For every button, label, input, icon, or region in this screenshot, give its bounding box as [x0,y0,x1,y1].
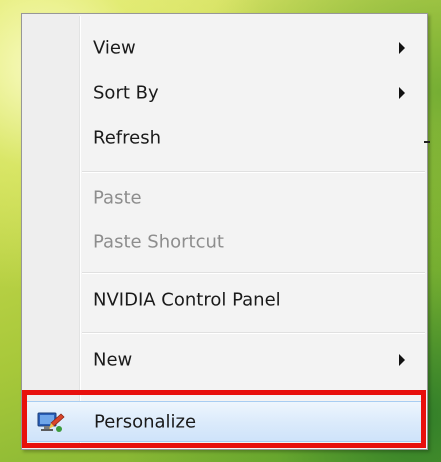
menu-item-label: New [93,349,133,371]
menu-item-label: Paste Shortcut [93,231,224,253]
submenu-arrow-icon [399,87,405,99]
menu-item-paste[interactable]: Paste [24,178,425,218]
context-menu: View Sort By Refresh Paste Paste Shortcu… [21,13,428,450]
submenu-arrow-icon [399,42,405,54]
menu-item-refresh[interactable]: Refresh [24,118,425,158]
menu-item-new[interactable]: New [24,340,425,380]
menu-item-label: Paste [93,187,142,209]
menu-item-nvidia-control-panel[interactable]: NVIDIA Control Panel [24,280,425,320]
menu-item-label: Refresh [93,127,161,149]
menu-separator [82,332,425,334]
annotation-highlight-box [22,390,426,448]
menu-separator [82,272,425,274]
menu-item-sort-by[interactable]: Sort By [24,73,425,113]
mouse-pointer-tip [424,141,430,143]
submenu-arrow-icon [399,354,405,366]
menu-item-label: View [93,37,136,59]
menu-item-paste-shortcut[interactable]: Paste Shortcut [24,222,425,262]
menu-item-label: NVIDIA Control Panel [93,289,281,311]
menu-item-label: Sort By [93,82,159,104]
menu-item-view[interactable]: View [24,28,425,68]
menu-separator [82,171,425,173]
